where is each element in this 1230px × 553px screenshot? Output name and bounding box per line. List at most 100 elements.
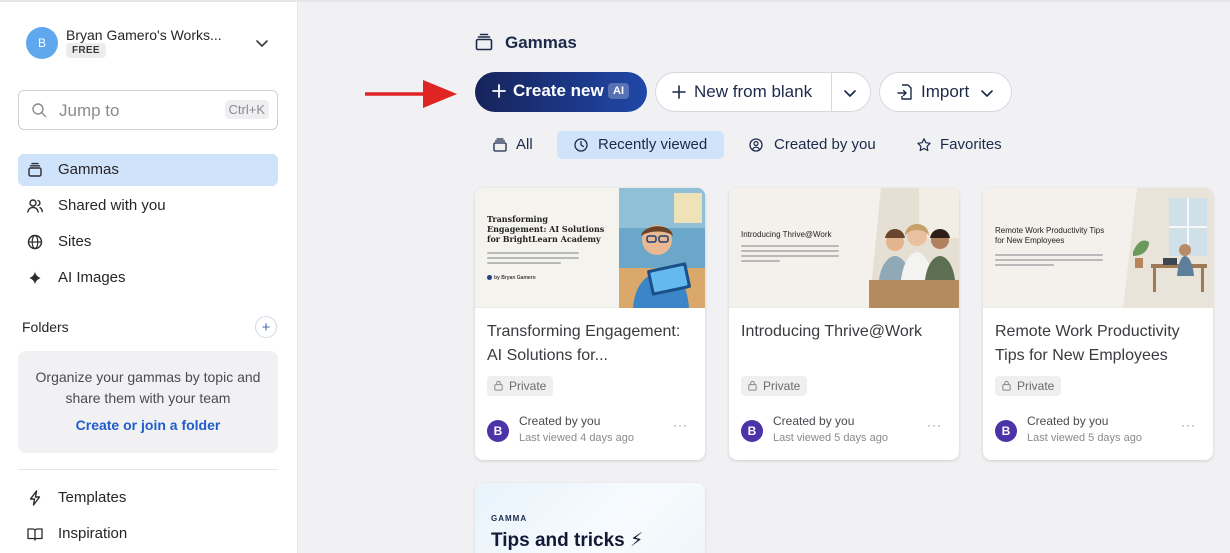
visibility-badge: Private	[995, 376, 1062, 396]
sidebar-item-shared[interactable]: Shared with you	[18, 190, 278, 222]
plus-icon	[492, 84, 506, 98]
card-creator: Created by you	[519, 414, 601, 428]
lock-icon	[748, 380, 757, 391]
more-options-icon[interactable]: ···	[927, 418, 942, 432]
stack-icon	[28, 162, 42, 177]
chevron-down-icon[interactable]	[254, 35, 270, 51]
card-creator: Created by you	[1027, 414, 1109, 428]
thumbnail-text-lines	[741, 245, 839, 265]
card-thumbnail: Remote Work Productivity Tips for New Em…	[983, 188, 1213, 308]
globe-icon	[27, 234, 43, 250]
team-photo-image	[869, 188, 959, 308]
filter-created-by-you[interactable]: Created by you	[738, 131, 888, 159]
plan-badge: FREE	[66, 43, 106, 58]
avatar: B	[741, 420, 763, 442]
chevron-down-icon	[981, 90, 993, 97]
create-folder-link[interactable]: Create or join a folder	[18, 417, 278, 433]
sidebar-item-label: Inspiration	[58, 525, 128, 542]
child-tablet-image	[619, 188, 705, 308]
brand-label: GAMMA	[491, 514, 528, 523]
chevron-down-icon[interactable]	[841, 84, 859, 102]
import-button[interactable]: Import	[879, 72, 1012, 112]
create-new-button[interactable]: Create new AI	[475, 72, 647, 112]
create-new-label: Create new	[513, 81, 604, 100]
card-thumbnail: Transforming Engagement: AI Solutions fo…	[475, 188, 705, 308]
sidebar-item-label: Gammas	[58, 161, 119, 178]
new-from-blank-button[interactable]: New from blank	[655, 72, 871, 112]
clock-icon	[574, 138, 588, 152]
sidebar-item-label: Templates	[58, 489, 127, 506]
card-creator: Created by you	[773, 414, 855, 428]
lock-icon	[1002, 380, 1011, 391]
gamma-card[interactable]: Introducing Thrive@Work Introducing Thri…	[729, 188, 959, 460]
card-thumbnail: Introducing Thrive@Work	[729, 188, 959, 308]
card-last-viewed: Last viewed 4 days ago	[519, 432, 634, 444]
thumbnail-author: by Bryan Gamero	[487, 275, 536, 281]
card-title: Transforming Engagement: AI Solutions fo…	[487, 323, 681, 364]
filter-label: Favorites	[940, 136, 1002, 153]
plus-icon	[672, 85, 686, 99]
card-title: Remote Work Productivity Tips for New Em…	[995, 323, 1180, 364]
more-options-icon[interactable]: ···	[1181, 418, 1196, 432]
thumbnail-title: Transforming Engagement: AI Solutions fo…	[487, 214, 605, 244]
lock-icon	[494, 380, 503, 391]
sidebar-item-label: Shared with you	[58, 197, 166, 214]
tips-card[interactable]: GAMMA Tips and tricks ⚡	[475, 483, 705, 553]
home-office-image	[1123, 188, 1213, 308]
tips-card-title: Tips and tricks ⚡	[491, 530, 644, 551]
sidebar-item-ai-images[interactable]: AI Images	[18, 262, 278, 294]
stack-icon	[475, 33, 493, 51]
workspace-avatar: B	[26, 27, 58, 59]
sparkle-icon	[29, 271, 41, 285]
visibility-badge: Private	[741, 376, 808, 396]
card-title: Introducing Thrive@Work	[741, 323, 923, 340]
shortcut-hint: Ctrl+K	[224, 100, 269, 119]
search-icon	[32, 103, 47, 118]
filter-all[interactable]: All	[482, 131, 546, 159]
thumbnail-text-lines	[995, 254, 1103, 269]
sidebar-item-label: AI Images	[58, 269, 126, 286]
visibility-label: Private	[1017, 379, 1055, 393]
book-icon	[27, 528, 43, 541]
folders-empty-state: Organize your gammas by topic and share …	[18, 351, 278, 453]
sidebar: B Bryan Gamero's Works... FREE Jump to C…	[0, 2, 298, 553]
gamma-card[interactable]: Remote Work Productivity Tips for New Em…	[983, 188, 1213, 460]
avatar: B	[487, 420, 509, 442]
filter-label: Recently viewed	[598, 136, 708, 153]
sidebar-item-label: Sites	[58, 233, 92, 250]
thumbnail-title: Remote Work Productivity Tips for New Em…	[995, 226, 1105, 245]
filter-favorites[interactable]: Favorites	[906, 131, 1016, 159]
thumbnail-text-lines	[487, 252, 579, 267]
avatar: B	[995, 420, 1017, 442]
card-last-viewed: Last viewed 5 days ago	[773, 432, 888, 444]
add-folder-button[interactable]: +	[255, 316, 277, 338]
filter-label: Created by you	[774, 136, 876, 153]
ai-badge: AI	[608, 83, 629, 99]
jump-to-search[interactable]: Jump to Ctrl+K	[18, 90, 278, 130]
bolt-icon	[29, 490, 41, 506]
visibility-badge: Private	[487, 376, 554, 396]
import-label: Import	[921, 82, 970, 101]
page-title: Gammas	[505, 33, 577, 52]
stack-icon	[493, 138, 507, 152]
gamma-card[interactable]: Transforming Engagement: AI Solutions fo…	[475, 188, 705, 460]
users-icon	[27, 199, 43, 213]
folders-empty-text: Organize your gammas by topic and share …	[35, 369, 261, 406]
sidebar-item-templates[interactable]: Templates	[18, 482, 278, 514]
user-circle-icon	[749, 138, 763, 152]
thumbnail-title: Introducing Thrive@Work	[741, 230, 832, 239]
sidebar-item-gammas[interactable]: Gammas	[18, 154, 278, 186]
import-icon	[897, 84, 912, 100]
workspace-switcher[interactable]: B Bryan Gamero's Works... FREE	[26, 27, 280, 63]
red-arrow-annotation	[365, 80, 457, 108]
filter-recently-viewed[interactable]: Recently viewed	[557, 131, 724, 159]
more-options-icon[interactable]: ···	[673, 418, 688, 432]
visibility-label: Private	[763, 379, 801, 393]
sidebar-divider	[18, 469, 278, 470]
visibility-label: Private	[509, 379, 547, 393]
button-divider	[831, 73, 832, 111]
new-from-blank-label: New from blank	[694, 82, 813, 101]
sidebar-item-sites[interactable]: Sites	[18, 226, 278, 258]
star-icon	[917, 138, 931, 152]
sidebar-item-inspiration[interactable]: Inspiration	[18, 518, 278, 550]
